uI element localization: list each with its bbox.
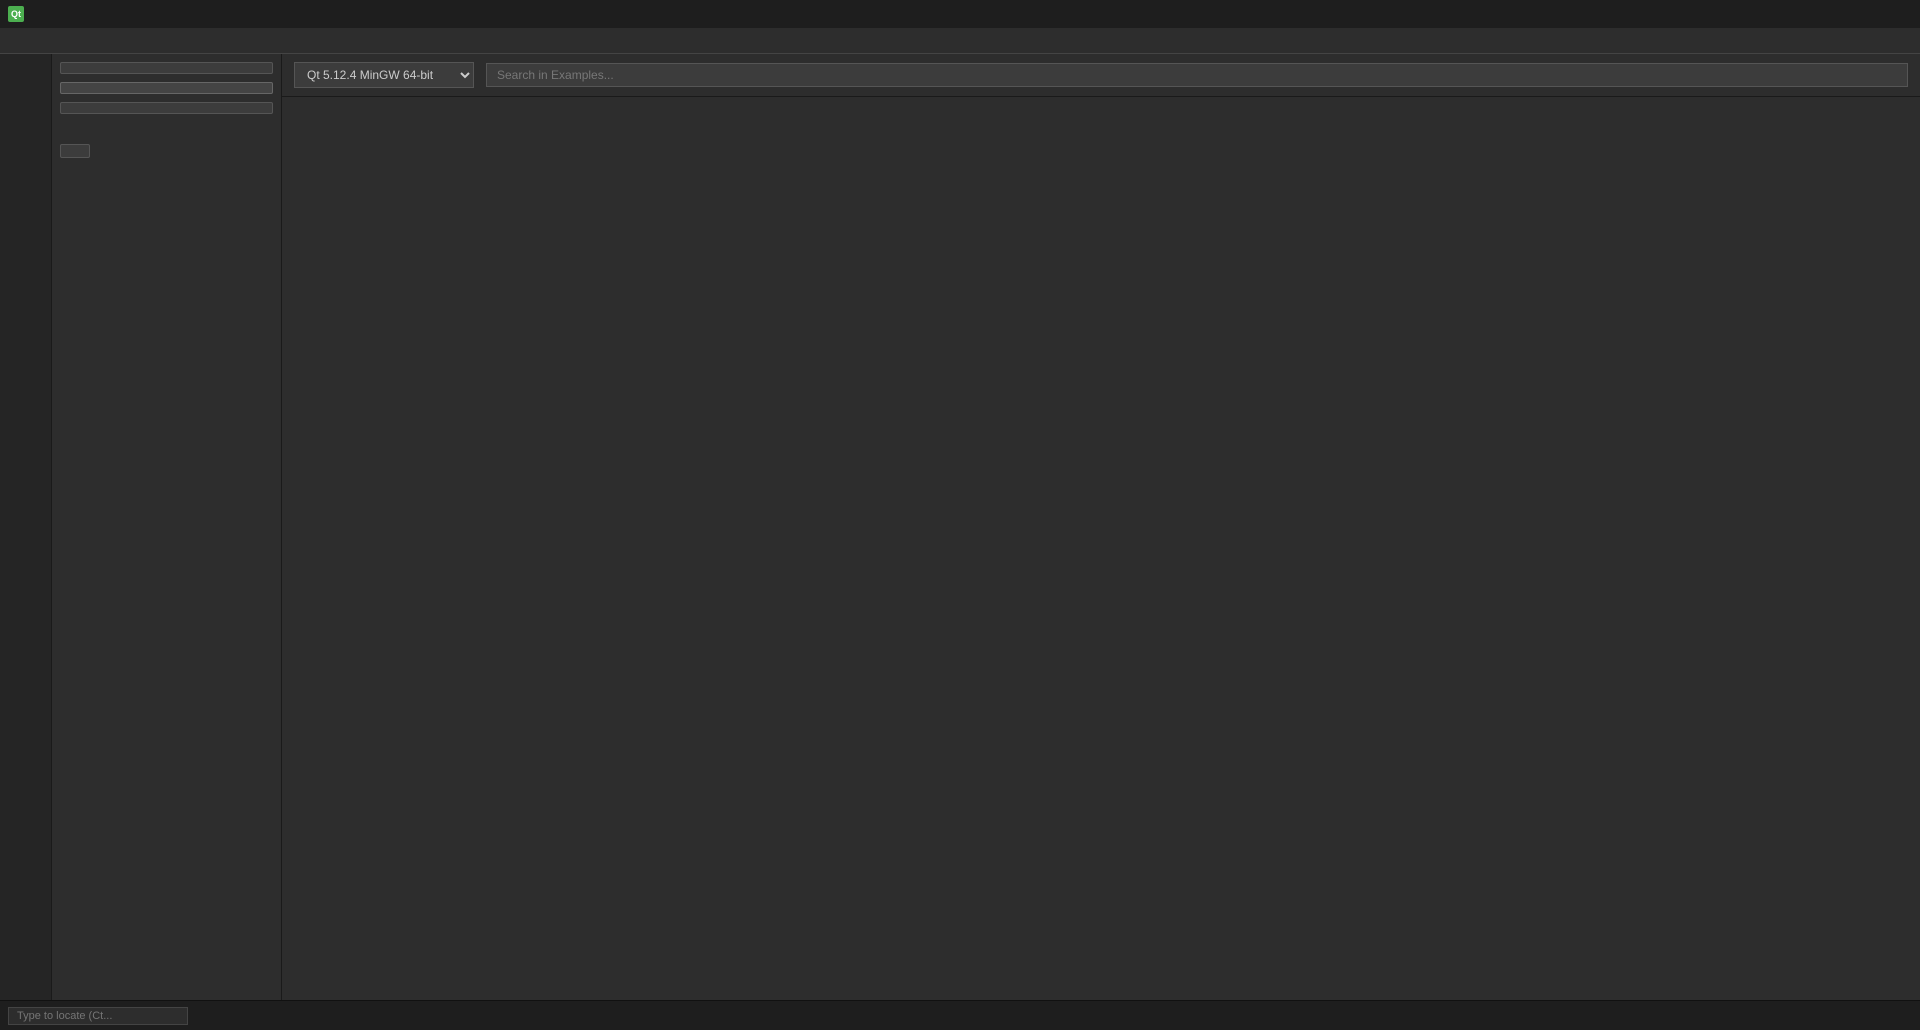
examples-grid — [282, 97, 1920, 1000]
tutorials-button[interactable] — [60, 102, 273, 114]
titlebar: Qt — [0, 0, 1920, 28]
examples-button[interactable] — [60, 82, 273, 94]
new-to-qt-section — [60, 130, 273, 158]
content-header: Qt 5.12.4 MinGW 64-bit — [282, 54, 1920, 97]
left-panel — [52, 54, 282, 1000]
qt-version-select[interactable]: Qt 5.12.4 MinGW 64-bit — [294, 62, 474, 88]
search-input[interactable] — [486, 63, 1908, 87]
icon-sidebar — [0, 54, 52, 1000]
main-layout: Qt 5.12.4 MinGW 64-bit — [0, 54, 1920, 1000]
titlebar-controls[interactable] — [1832, 4, 1912, 24]
locate-input[interactable] — [8, 1007, 188, 1025]
close-button[interactable] — [1888, 4, 1912, 24]
projects-button[interactable] — [60, 62, 273, 74]
content-area: Qt 5.12.4 MinGW 64-bit — [282, 54, 1920, 1000]
maximize-button[interactable] — [1860, 4, 1884, 24]
titlebar-left: Qt — [8, 6, 30, 22]
app-icon: Qt — [8, 6, 24, 22]
menubar — [0, 28, 1920, 54]
get-started-button[interactable] — [60, 144, 90, 158]
statusbar — [0, 1000, 1920, 1030]
minimize-button[interactable] — [1832, 4, 1856, 24]
